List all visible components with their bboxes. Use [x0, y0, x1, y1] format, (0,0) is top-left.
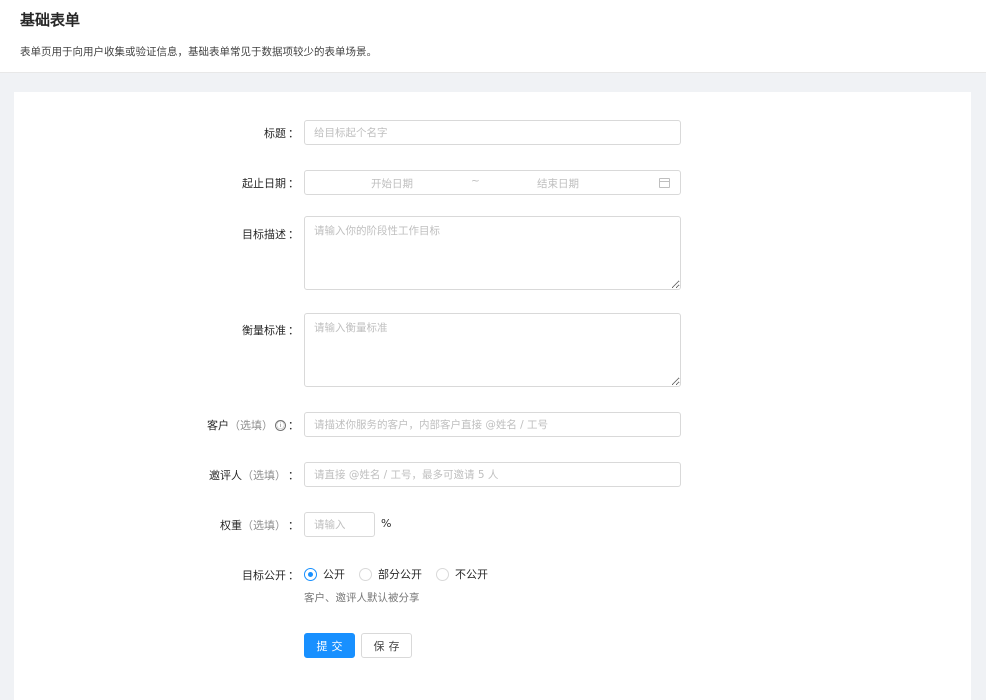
radio-unchecked-icon: [359, 567, 372, 581]
radio-public[interactable]: 公开: [304, 566, 345, 582]
client-input[interactable]: [304, 412, 681, 437]
submit-button[interactable]: 提交: [304, 633, 355, 658]
weight-suffix: %: [381, 517, 392, 530]
range-separator: ~: [471, 175, 480, 187]
goal-textarea[interactable]: [304, 216, 681, 290]
public-radio-group: 公开 部分公开 不公开: [304, 566, 502, 582]
start-date-input[interactable]: 开始日期: [371, 176, 413, 191]
end-date-input[interactable]: 结束日期: [537, 176, 579, 191]
public-help-text: 客户、邀评人默认被分享: [304, 592, 420, 604]
radio-partial-public[interactable]: 部分公开: [359, 566, 422, 582]
weight-input[interactable]: [304, 512, 375, 537]
save-button[interactable]: 保存: [361, 633, 412, 658]
radio-checked-icon: [304, 567, 317, 581]
public-label: 目标公开：: [242, 569, 299, 582]
date-range-label: 起止日期：: [242, 177, 299, 190]
invites-label: 邀评人 （选填）：: [209, 469, 299, 482]
page-description: 表单页用于向用户收集或验证信息，基础表单常见于数据项较少的表单场景。: [20, 46, 377, 58]
standard-label: 衡量标准：: [242, 324, 299, 337]
invites-input[interactable]: [304, 462, 681, 487]
form-card: 标题： 起止日期： 开始日期 ~ 结束日期 目标描述： 衡量标准： 客户（选填）: [14, 92, 971, 700]
info-icon[interactable]: ⓘ: [275, 419, 286, 431]
calendar-icon: [659, 178, 670, 188]
page-title: 基础表单: [20, 11, 81, 29]
standard-textarea[interactable]: [304, 313, 681, 387]
goal-label: 目标描述：: [242, 228, 299, 241]
radio-private[interactable]: 不公开: [436, 566, 488, 582]
title-input[interactable]: [304, 120, 681, 145]
client-label: 客户 （选填） ⓘ ：: [207, 419, 299, 432]
weight-label: 权重 （选填）：: [220, 519, 299, 532]
radio-unchecked-icon: [436, 567, 449, 581]
date-range-picker[interactable]: 开始日期 ~ 结束日期: [304, 170, 681, 195]
page-header: 基础表单 表单页用于向用户收集或验证信息，基础表单常见于数据项较少的表单场景。: [0, 0, 986, 73]
title-label: 标题：: [264, 127, 299, 140]
